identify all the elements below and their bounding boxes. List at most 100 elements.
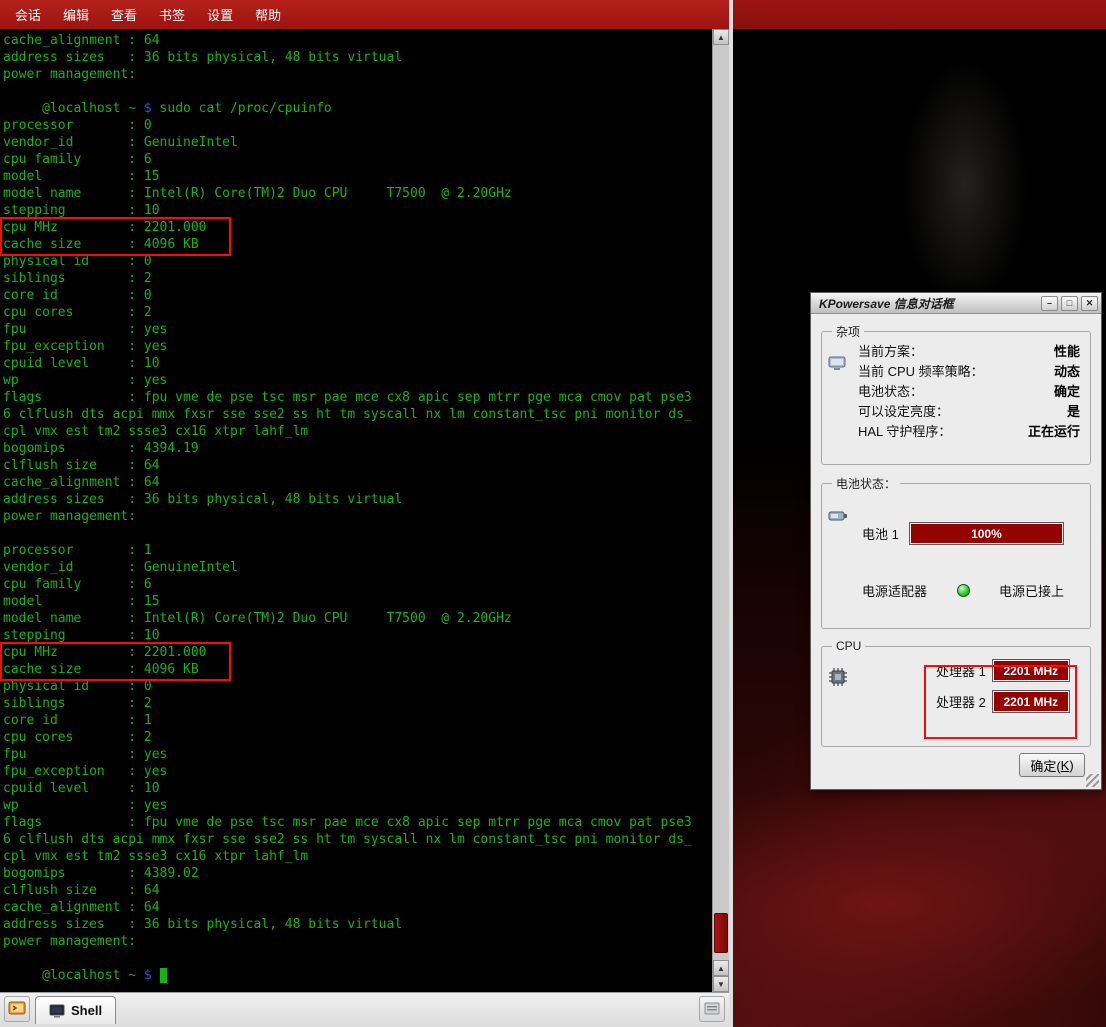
terminal-line: flags : fpu vme de pse tsc msr pae mce c… bbox=[3, 389, 712, 406]
new-session-button[interactable] bbox=[4, 996, 30, 1022]
tab-shell[interactable]: Shell bbox=[35, 996, 116, 1024]
info-label: 可以设定亮度： bbox=[858, 402, 949, 422]
terminal-scrollbar[interactable]: ▲ ▲ ▼ bbox=[712, 29, 729, 992]
group-misc: 杂项 当前方案：性能当前 CPU 频率策略：动态电池状态：确定可以设定亮度：是H… bbox=[821, 323, 1091, 465]
battery-percent: 100% bbox=[911, 524, 1062, 543]
adapter-status: 电源已接上 bbox=[999, 581, 1064, 600]
info-value: 正在运行 bbox=[1028, 422, 1080, 442]
terminal-body: cache_alignment : 64address sizes : 36 b… bbox=[0, 29, 729, 992]
terminal-line: siblings : 2 bbox=[3, 270, 712, 287]
info-label: 当前方案： bbox=[858, 342, 923, 362]
scroll-down-button[interactable]: ▼ bbox=[713, 976, 729, 992]
shell-tab-icon bbox=[49, 1004, 65, 1018]
terminal-line: clflush size : 64 bbox=[3, 882, 712, 899]
terminal-text-segment: @localhost ~ bbox=[3, 101, 144, 116]
battery-meter: 100% bbox=[909, 522, 1064, 545]
terminal-line: cpu cores : 2 bbox=[3, 729, 712, 746]
adapter-led-icon bbox=[957, 584, 970, 597]
terminal-line bbox=[3, 83, 712, 100]
menu-item-会话[interactable]: 会话 bbox=[4, 1, 52, 28]
terminal-line: cpuid level : 10 bbox=[3, 355, 712, 372]
terminal-line: model name : Intel(R) Core(TM)2 Duo CPU … bbox=[3, 185, 712, 202]
terminal-line: model : 15 bbox=[3, 593, 712, 610]
menu-item-编辑[interactable]: 编辑 bbox=[52, 1, 100, 28]
terminal-line: power management: bbox=[3, 508, 712, 525]
menu-item-帮助[interactable]: 帮助 bbox=[244, 1, 292, 28]
terminal-line: fpu_exception : yes bbox=[3, 338, 712, 355]
info-value: 动态 bbox=[1054, 362, 1080, 382]
terminal-line: cache_alignment : 64 bbox=[3, 32, 712, 49]
adapter-label: 电源适配器 bbox=[862, 581, 927, 600]
terminal-line: address sizes : 36 bits physical, 48 bit… bbox=[3, 49, 712, 66]
misc-rows: 当前方案：性能当前 CPU 频率策略：动态电池状态：确定可以设定亮度：是HAL … bbox=[858, 342, 1080, 442]
terminal-line: wp : yes bbox=[3, 372, 712, 389]
group-misc-legend: 杂项 bbox=[832, 323, 864, 340]
terminal-line: cpu family : 6 bbox=[3, 151, 712, 168]
dialog-title: KPowersave 信息对话框 bbox=[819, 295, 1038, 312]
info-label: HAL 守护程序： bbox=[858, 422, 951, 442]
terminal-line: model : 15 bbox=[3, 168, 712, 185]
info-label: 电池状态： bbox=[858, 382, 923, 402]
info-row: 当前 CPU 频率策略： 动态 bbox=[858, 362, 1080, 382]
resize-grip[interactable] bbox=[1086, 774, 1099, 787]
shell-tab-label: Shell bbox=[71, 1003, 102, 1018]
terminal-line: 6 clflush dts acpi mmx fxsr sse sse2 ss … bbox=[3, 406, 712, 423]
minimize-button[interactable]: – bbox=[1041, 296, 1058, 311]
cpu-icon bbox=[828, 667, 848, 687]
terminal-line bbox=[3, 525, 712, 542]
terminal-line: wp : yes bbox=[3, 797, 712, 814]
terminal-line: core id : 0 bbox=[3, 287, 712, 304]
terminal-line: power management: bbox=[3, 66, 712, 83]
terminal-line: @localhost ~ $ sudo cat /proc/cpuinfo bbox=[3, 100, 712, 117]
terminal-line: cache_alignment : 64 bbox=[3, 474, 712, 491]
terminal-line: clflush size : 64 bbox=[3, 457, 712, 474]
info-label: 当前 CPU 频率策略： bbox=[858, 362, 984, 382]
terminal-menubar: 会话编辑查看书签设置帮助 bbox=[0, 0, 729, 29]
group-battery: 电池状态： 电池 1 100% 电源适配器 bbox=[821, 475, 1091, 629]
terminal-cursor bbox=[160, 968, 168, 983]
terminal-line: bogomips : 4394.19 bbox=[3, 440, 712, 457]
terminal-line: cpu cores : 2 bbox=[3, 304, 712, 321]
desktop-top-bar bbox=[733, 0, 1106, 30]
tab-options-button[interactable] bbox=[699, 996, 725, 1022]
ok-label-suffix: ) bbox=[1069, 758, 1073, 773]
terminal-window: 会话编辑查看书签设置帮助 cache_alignment : 64address… bbox=[0, 0, 733, 1027]
misc-icon bbox=[828, 354, 846, 372]
terminal-line bbox=[3, 950, 712, 967]
terminal-line: fpu : yes bbox=[3, 321, 712, 338]
ok-button[interactable]: 确定(K) bbox=[1019, 753, 1085, 777]
terminal-line: cpl vmx est tm2 ssse3 cx16 xtpr lahf_lm bbox=[3, 423, 712, 440]
close-button[interactable]: ✕ bbox=[1081, 296, 1098, 311]
terminal-line: bogomips : 4389.02 bbox=[3, 865, 712, 882]
menu-item-设置[interactable]: 设置 bbox=[196, 1, 244, 28]
terminal-line: power management: bbox=[3, 933, 712, 950]
terminal-line: fpu : yes bbox=[3, 746, 712, 763]
menu-item-书签[interactable]: 书签 bbox=[148, 1, 196, 28]
terminal-text-segment: sudo cat /proc/cpuinfo bbox=[152, 101, 332, 116]
terminal-line: address sizes : 36 bits physical, 48 bit… bbox=[3, 916, 712, 933]
terminal-output: cache_alignment : 64address sizes : 36 b… bbox=[0, 29, 712, 992]
ok-label: 确定( bbox=[1030, 756, 1060, 775]
terminal-tabbar: Shell bbox=[0, 992, 729, 1027]
tab-options-icon bbox=[703, 1000, 721, 1018]
new-session-icon bbox=[8, 1000, 26, 1018]
terminal-line: address sizes : 36 bits physical, 48 bit… bbox=[3, 491, 712, 508]
scroll-up-button[interactable]: ▲ bbox=[713, 29, 729, 45]
scroll-up-button-bottom[interactable]: ▲ bbox=[713, 960, 729, 976]
dialog-titlebar[interactable]: KPowersave 信息对话框 – □ ✕ bbox=[811, 293, 1101, 314]
terminal-line: flags : fpu vme de pse tsc msr pae mce c… bbox=[3, 814, 712, 831]
info-value: 是 bbox=[1067, 402, 1080, 422]
menu-item-查看[interactable]: 查看 bbox=[100, 1, 148, 28]
info-row: 电池状态：确定 bbox=[858, 382, 1080, 402]
terminal-line: fpu_exception : yes bbox=[3, 763, 712, 780]
annotation-dialog-mhz bbox=[924, 665, 1077, 739]
adapter-row: 电源适配器 电源已接上 bbox=[862, 581, 1064, 600]
terminal-line: siblings : 2 bbox=[3, 695, 712, 712]
group-battery-legend: 电池状态： bbox=[832, 475, 900, 492]
terminal-line: core id : 1 bbox=[3, 712, 712, 729]
terminal-text-segment bbox=[152, 968, 160, 983]
terminal-line: vendor_id : GenuineIntel bbox=[3, 134, 712, 151]
battery-icon bbox=[828, 506, 848, 524]
scrollbar-thumb[interactable] bbox=[714, 913, 728, 953]
maximize-button[interactable]: □ bbox=[1061, 296, 1078, 311]
